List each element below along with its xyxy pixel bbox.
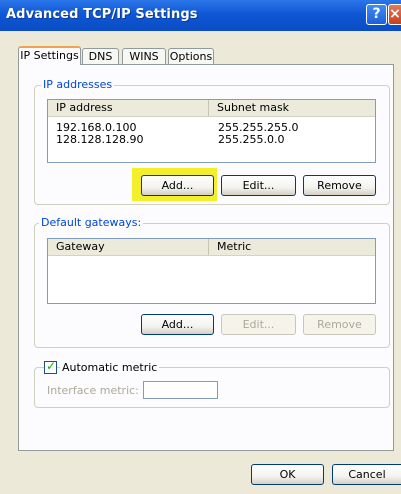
column-header-gateway[interactable]: Gateway (48, 239, 208, 255)
column-header-ip-address[interactable]: IP address (48, 100, 208, 116)
checkmark-icon: ✓ (46, 359, 57, 373)
dialog-window: Advanced TCP/IP Settings ? × IP Settings… (0, 0, 401, 494)
ip-remove-button[interactable]: Remove (303, 175, 376, 196)
ip-list-header: IP address Subnet mask (48, 100, 375, 117)
gateway-add-button[interactable]: Add... (141, 314, 214, 335)
tab-dns[interactable]: DNS (82, 48, 119, 64)
tab-ip-settings[interactable]: IP Settings (18, 46, 81, 65)
close-icon[interactable]: × (388, 4, 401, 25)
ok-button[interactable]: OK (251, 464, 324, 485)
gateway-list[interactable]: Gateway Metric (47, 238, 376, 304)
automatic-metric-label[interactable]: Automatic metric (60, 361, 160, 374)
ip-add-button[interactable]: Add... (141, 175, 214, 196)
interface-metric-input[interactable] (143, 381, 218, 399)
tab-options[interactable]: Options (168, 48, 214, 64)
window-title: Advanced TCP/IP Settings (6, 7, 198, 22)
interface-metric-label: Interface metric: (47, 384, 139, 397)
automatic-metric-checkbox[interactable]: ✓ (44, 359, 57, 374)
ip-address-list[interactable]: IP address Subnet mask 192.168.0.100 255… (47, 99, 376, 163)
default-gateways-legend: Default gateways: (39, 216, 144, 229)
gateway-edit-button[interactable]: Edit... (221, 314, 296, 335)
column-header-metric[interactable]: Metric (208, 239, 373, 255)
cancel-button[interactable]: Cancel (332, 464, 401, 485)
ip-row-2-mask[interactable]: 255.255.0.0 (218, 134, 284, 146)
gateway-remove-button[interactable]: Remove (303, 314, 376, 335)
ip-row-2-address[interactable]: 128.128.128.90 (56, 134, 143, 146)
gateway-list-header: Gateway Metric (48, 239, 375, 256)
ip-addresses-legend: IP addresses (41, 78, 115, 91)
column-header-subnet-mask[interactable]: Subnet mask (208, 100, 373, 116)
ip-edit-button[interactable]: Edit... (221, 175, 296, 196)
help-icon[interactable]: ? (366, 4, 387, 25)
tab-wins[interactable]: WINS (122, 48, 166, 64)
title-bar[interactable]: Advanced TCP/IP Settings ? × (0, 0, 401, 31)
